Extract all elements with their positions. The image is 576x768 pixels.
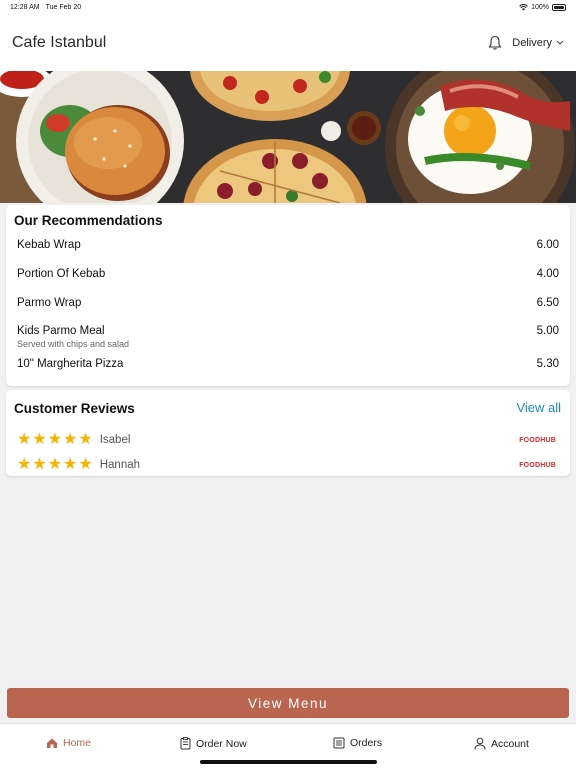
star-icon: ★ xyxy=(32,431,47,448)
reviews-title: Customer Reviews xyxy=(14,401,135,416)
battery-percent: 100% xyxy=(531,3,549,11)
chevron-down-icon xyxy=(556,40,564,45)
view-all-reviews-link[interactable]: View all xyxy=(516,400,561,415)
menu-item-price: 6.50 xyxy=(536,297,559,309)
order-icon xyxy=(180,737,191,750)
reviewer-name: Isabel xyxy=(99,434,131,446)
account-icon xyxy=(474,737,486,750)
battery-icon xyxy=(552,3,566,11)
menu-item-name: Portion Of Kebab xyxy=(17,268,106,280)
menu-item-price: 6.00 xyxy=(536,239,559,251)
home-indicator xyxy=(200,760,377,764)
menu-item-price: 5.30 xyxy=(536,358,559,370)
star-icon: ★ xyxy=(78,431,93,448)
foodhub-logo: FOODHUB xyxy=(519,461,556,469)
bell-icon[interactable] xyxy=(488,35,502,51)
recommendations-title: Our Recommendations xyxy=(14,213,163,228)
review-row: ★ ★ ★ ★ ★ Hannah FOODHUB xyxy=(17,457,556,473)
home-icon xyxy=(47,738,57,748)
star-icon: ★ xyxy=(63,431,78,448)
star-icon: ★ xyxy=(17,456,32,473)
tab-home[interactable]: Home xyxy=(46,737,91,749)
status-bar: 12:28 AM Tue Feb 20 100% xyxy=(0,0,576,14)
tab-label: Orders xyxy=(350,737,383,749)
tab-label: Account xyxy=(491,737,529,750)
restaurant-title: Cafe Istanbul xyxy=(12,33,107,51)
tab-account[interactable]: Account xyxy=(474,737,529,750)
menu-item-name: Kids Parmo Meal xyxy=(17,325,105,337)
wifi-icon xyxy=(519,3,528,10)
star-rating: ★ ★ ★ ★ ★ xyxy=(17,457,93,473)
food-banner-illustration xyxy=(0,71,576,203)
star-icon: ★ xyxy=(63,456,78,473)
menu-item-price: 5.00 xyxy=(536,325,559,337)
tab-label: Order Now xyxy=(196,737,247,750)
tab-label: Home xyxy=(63,737,92,749)
hero-food-banner xyxy=(0,71,576,203)
reviewer-name: Hannah xyxy=(99,459,141,471)
customer-reviews-card: Customer Reviews View all ★ ★ ★ ★ ★ Isab… xyxy=(6,390,570,476)
menu-item-portion-of-kebab[interactable]: Portion Of Kebab 4.00 xyxy=(17,268,559,280)
view-menu-button[interactable]: View Menu xyxy=(7,688,569,718)
menu-item-margherita-pizza[interactable]: 10" Margherita Pizza 5.30 xyxy=(17,358,559,370)
star-icon: ★ xyxy=(78,456,93,473)
star-icon: ★ xyxy=(47,456,63,473)
menu-item-description: Served with chips and salad xyxy=(17,339,130,349)
delivery-selector[interactable]: Delivery xyxy=(512,37,564,49)
review-row: ★ ★ ★ ★ ★ Isabel FOODHUB xyxy=(17,432,556,448)
menu-item-name: 10" Margherita Pizza xyxy=(17,358,124,370)
star-rating: ★ ★ ★ ★ ★ xyxy=(17,432,93,448)
status-date: Tue Feb 20 xyxy=(45,3,82,11)
star-icon: ★ xyxy=(32,456,47,473)
status-time: 12:28 AM xyxy=(10,3,40,11)
foodhub-logo: FOODHUB xyxy=(519,436,556,444)
menu-item-kids-parmo-meal[interactable]: Kids Parmo Meal 5.00 Served with chips a… xyxy=(17,325,559,349)
star-icon: ★ xyxy=(17,431,32,448)
menu-item-name: Kebab Wrap xyxy=(17,239,81,251)
menu-item-kebab-wrap[interactable]: Kebab Wrap 6.00 xyxy=(17,239,559,251)
app-header: Cafe Istanbul Delivery xyxy=(0,14,576,71)
menu-item-parmo-wrap[interactable]: Parmo Wrap 6.50 xyxy=(17,297,559,309)
tab-orders[interactable]: Orders xyxy=(333,737,382,749)
recommendations-card: Our Recommendations Kebab Wrap 6.00 Port… xyxy=(6,205,570,386)
menu-item-price: 4.00 xyxy=(536,268,559,280)
delivery-label: Delivery xyxy=(512,36,552,49)
star-icon: ★ xyxy=(47,431,63,448)
orders-icon xyxy=(333,737,345,749)
tab-order-now[interactable]: Order Now xyxy=(180,737,247,750)
menu-item-name: Parmo Wrap xyxy=(17,297,82,309)
